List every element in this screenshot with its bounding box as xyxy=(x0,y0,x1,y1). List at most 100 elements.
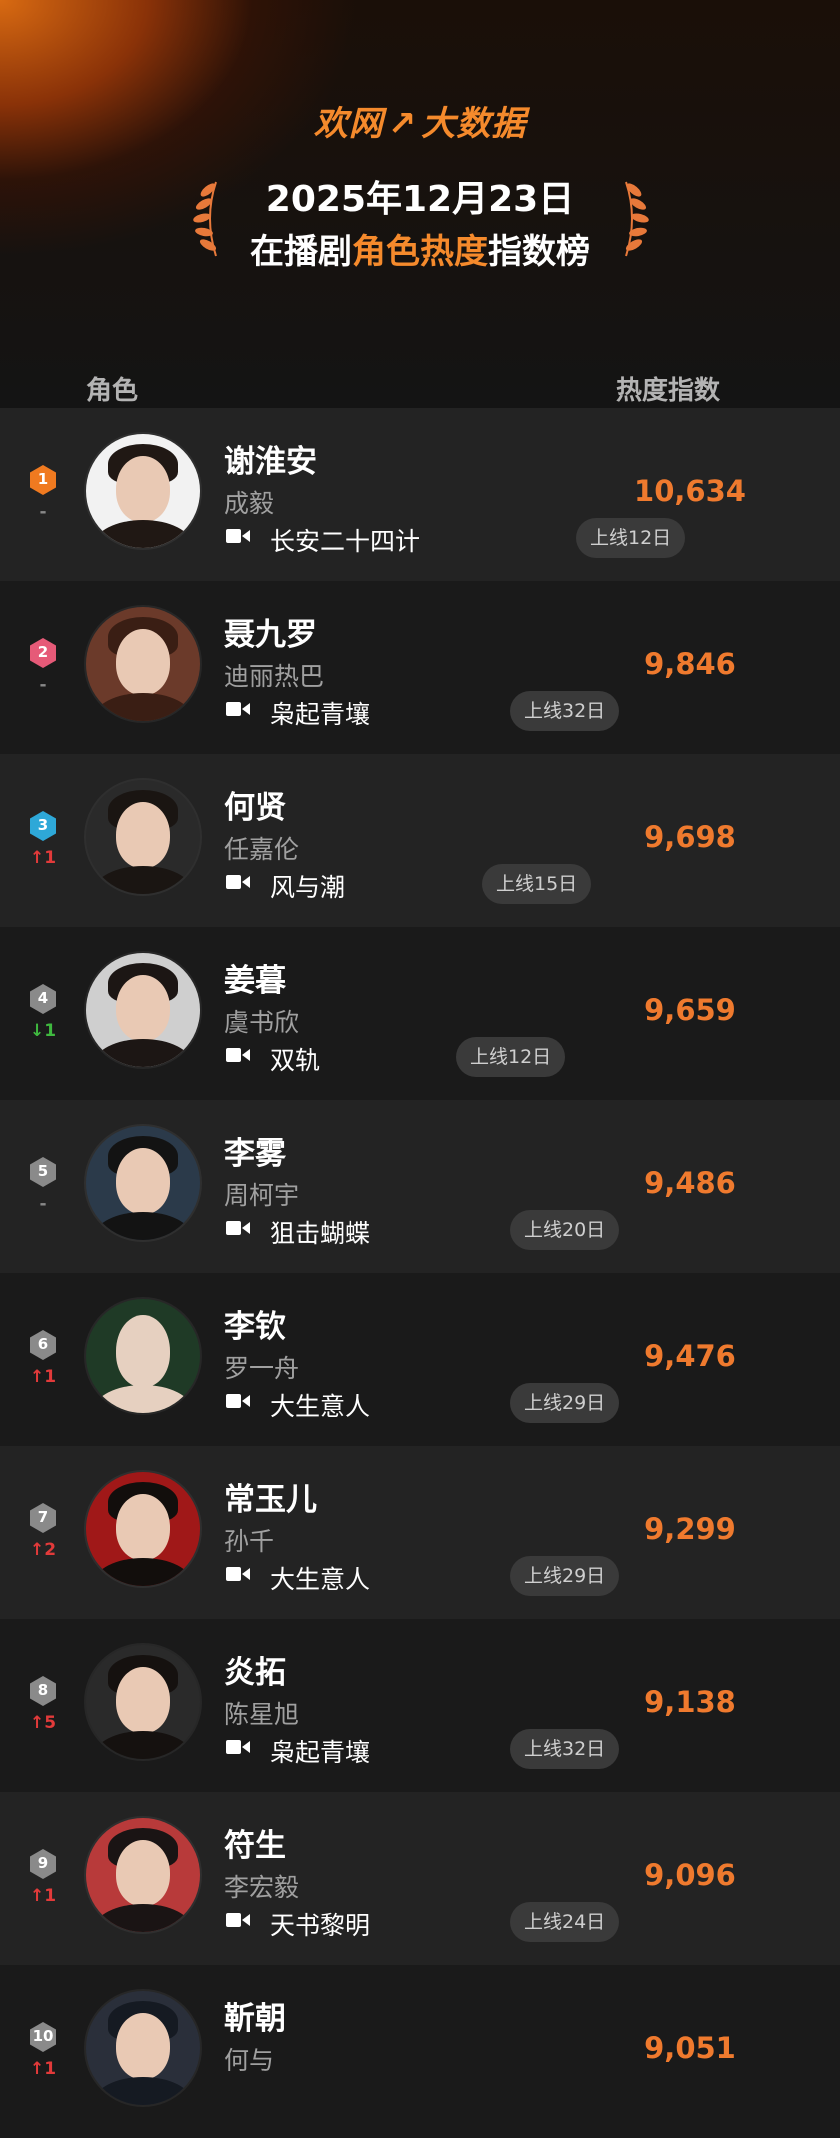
character-name: 李钦 xyxy=(224,1309,286,1345)
rank-change: ↑5 xyxy=(29,1713,57,1733)
logo-suffix: 大数据 xyxy=(421,104,527,144)
rank-change: ↓1 xyxy=(29,1021,57,1041)
heat-index-score: 9,659 xyxy=(644,993,736,1027)
days-online-tag: 上线32日 xyxy=(510,691,620,731)
video-camera-icon xyxy=(226,1913,250,1927)
actor-name: 成毅 xyxy=(224,489,275,518)
avatar xyxy=(86,1299,200,1413)
character-name: 常玉儿 xyxy=(224,1482,317,1518)
rank-change: - xyxy=(39,502,47,522)
video-camera-icon xyxy=(226,1567,250,1581)
video-camera-icon xyxy=(226,702,250,716)
column-role: 角色 xyxy=(86,376,139,406)
avatar xyxy=(86,1126,200,1240)
heat-index-score: 10,634 xyxy=(634,474,746,508)
avatar xyxy=(86,607,200,721)
logo-text: 欢网 xyxy=(313,104,384,144)
days-online-tag: 上线12日 xyxy=(576,518,686,558)
rank-number: 10 xyxy=(32,2027,54,2045)
character-name: 符生 xyxy=(224,1828,286,1864)
ranking-row[interactable]: 7 ↑2 常玉儿 孙千 大生意人 上线29日 9,299 xyxy=(0,1446,840,1619)
rank-number: 6 xyxy=(37,1335,49,1353)
avatar xyxy=(86,1818,200,1932)
character-name: 谢淮安 xyxy=(224,444,317,480)
days-online-tag: 上线29日 xyxy=(510,1556,620,1596)
ranking-row[interactable]: 9 ↑1 符生 李宏毅 天书黎明 上线24日 9,096 xyxy=(0,1792,840,1965)
character-name: 靳朝 xyxy=(224,2001,286,2037)
actor-name: 罗一舟 xyxy=(224,1354,300,1383)
drama-title[interactable]: 风与潮 xyxy=(270,868,345,904)
heat-index-score: 9,476 xyxy=(644,1339,736,1373)
drama-title[interactable]: 长安二十四计 xyxy=(270,522,420,558)
rank-change: - xyxy=(39,1194,47,1214)
ranking-row[interactable]: 3 ↑1 何贤 任嘉伦 风与潮 上线15日 9,698 xyxy=(0,754,840,927)
character-name: 炎拓 xyxy=(224,1655,286,1691)
heat-index-score: 9,096 xyxy=(644,1858,736,1892)
rank-number: 5 xyxy=(37,1162,49,1180)
heat-index-score: 9,486 xyxy=(644,1166,736,1200)
title-suffix: 指数榜 xyxy=(488,232,590,272)
ranking-row[interactable]: 8 ↑5 炎拓 陈星旭 枭起青壤 上线32日 9,138 xyxy=(0,1619,840,1792)
ranking-row[interactable]: 1 - 谢淮安 成毅 长安二十四计 上线12日 10,634 xyxy=(0,408,840,581)
video-camera-icon xyxy=(226,1048,250,1062)
rank-change: ↑2 xyxy=(29,1540,57,1560)
avatar xyxy=(86,1472,200,1586)
actor-name: 迪丽热巴 xyxy=(224,662,325,691)
drama-title[interactable]: 枭起青壤 xyxy=(270,1733,370,1769)
drama-title[interactable]: 天书黎明 xyxy=(270,1906,370,1942)
days-online-tag: 上线29日 xyxy=(510,1383,620,1423)
drama-title[interactable]: 狙击蝴蝶 xyxy=(270,1214,370,1250)
rank-change: ↑1 xyxy=(29,1367,57,1387)
actor-name: 陈星旭 xyxy=(224,1700,300,1729)
actor-name: 何与 xyxy=(224,2046,275,2075)
days-online-tag: 上线32日 xyxy=(510,1729,620,1769)
rank-number: 1 xyxy=(37,470,49,488)
ranking-row[interactable]: 2 - 聂九罗 迪丽热巴 枭起青壤 上线32日 9,846 xyxy=(0,581,840,754)
drama-title[interactable]: 双轨 xyxy=(270,1041,320,1077)
avatar xyxy=(86,1645,200,1759)
drama-title[interactable]: 大生意人 xyxy=(270,1387,370,1423)
avatar xyxy=(86,1991,200,2105)
drama-title[interactable]: 大生意人 xyxy=(270,1560,370,1596)
heat-index-score: 9,846 xyxy=(644,647,736,681)
heat-index-score: 9,299 xyxy=(644,1512,736,1546)
character-name: 聂九罗 xyxy=(224,617,317,653)
video-camera-icon xyxy=(226,529,250,543)
column-index: 热度指数 xyxy=(616,376,721,406)
rank-number: 4 xyxy=(37,989,49,1007)
rank-change: ↑1 xyxy=(29,848,57,868)
ranking-row[interactable]: 10 ↑1 靳朝 何与 9,051 xyxy=(0,1965,840,2138)
rank-number: 7 xyxy=(37,1508,49,1526)
heat-index-score: 9,138 xyxy=(644,1685,736,1719)
ranking-row[interactable]: 5 - 李雾 周柯宇 狙击蝴蝶 上线20日 9,486 xyxy=(0,1100,840,1273)
rank-change: ↑1 xyxy=(29,1886,57,1906)
avatar xyxy=(86,953,200,1067)
days-online-tag: 上线12日 xyxy=(456,1037,566,1077)
character-name: 姜暮 xyxy=(224,963,286,999)
title-prefix: 在播剧 xyxy=(250,232,352,272)
avatar xyxy=(86,780,200,894)
ranking-list: 1 - 谢淮安 成毅 长安二十四计 上线12日 10,634 2 - 聂九罗 迪… xyxy=(0,408,840,2138)
rank-number: 8 xyxy=(37,1681,49,1699)
video-camera-icon xyxy=(226,1394,250,1408)
ranking-row[interactable]: 4 ↓1 姜暮 虞书欣 双轨 上线12日 9,659 xyxy=(0,927,840,1100)
rank-number: 9 xyxy=(37,1854,49,1872)
logo-mark-icon: ↗ xyxy=(387,104,418,144)
brand-logo: 欢网 ↗ 大数据 xyxy=(0,96,840,145)
rank-number: 2 xyxy=(37,643,49,661)
rank-change: - xyxy=(39,675,47,695)
days-online-tag: 上线20日 xyxy=(510,1210,620,1250)
days-online-tag: 上线15日 xyxy=(482,864,592,904)
heat-index-score: 9,698 xyxy=(644,820,736,854)
video-camera-icon xyxy=(226,1221,250,1235)
rank-number: 3 xyxy=(37,816,49,834)
rank-change: ↑1 xyxy=(29,2059,57,2079)
actor-name: 李宏毅 xyxy=(224,1873,300,1902)
drama-title[interactable]: 枭起青壤 xyxy=(270,695,370,731)
header-banner: 欢网 ↗ 大数据 2025年12月23日 在播剧角色热度指数榜 xyxy=(0,0,840,408)
actor-name: 虞书欣 xyxy=(224,1008,300,1037)
avatar xyxy=(86,434,200,548)
ranking-row[interactable]: 6 ↑1 李钦 罗一舟 大生意人 上线29日 9,476 xyxy=(0,1273,840,1446)
character-name: 李雾 xyxy=(224,1136,286,1172)
actor-name: 任嘉伦 xyxy=(224,835,300,864)
